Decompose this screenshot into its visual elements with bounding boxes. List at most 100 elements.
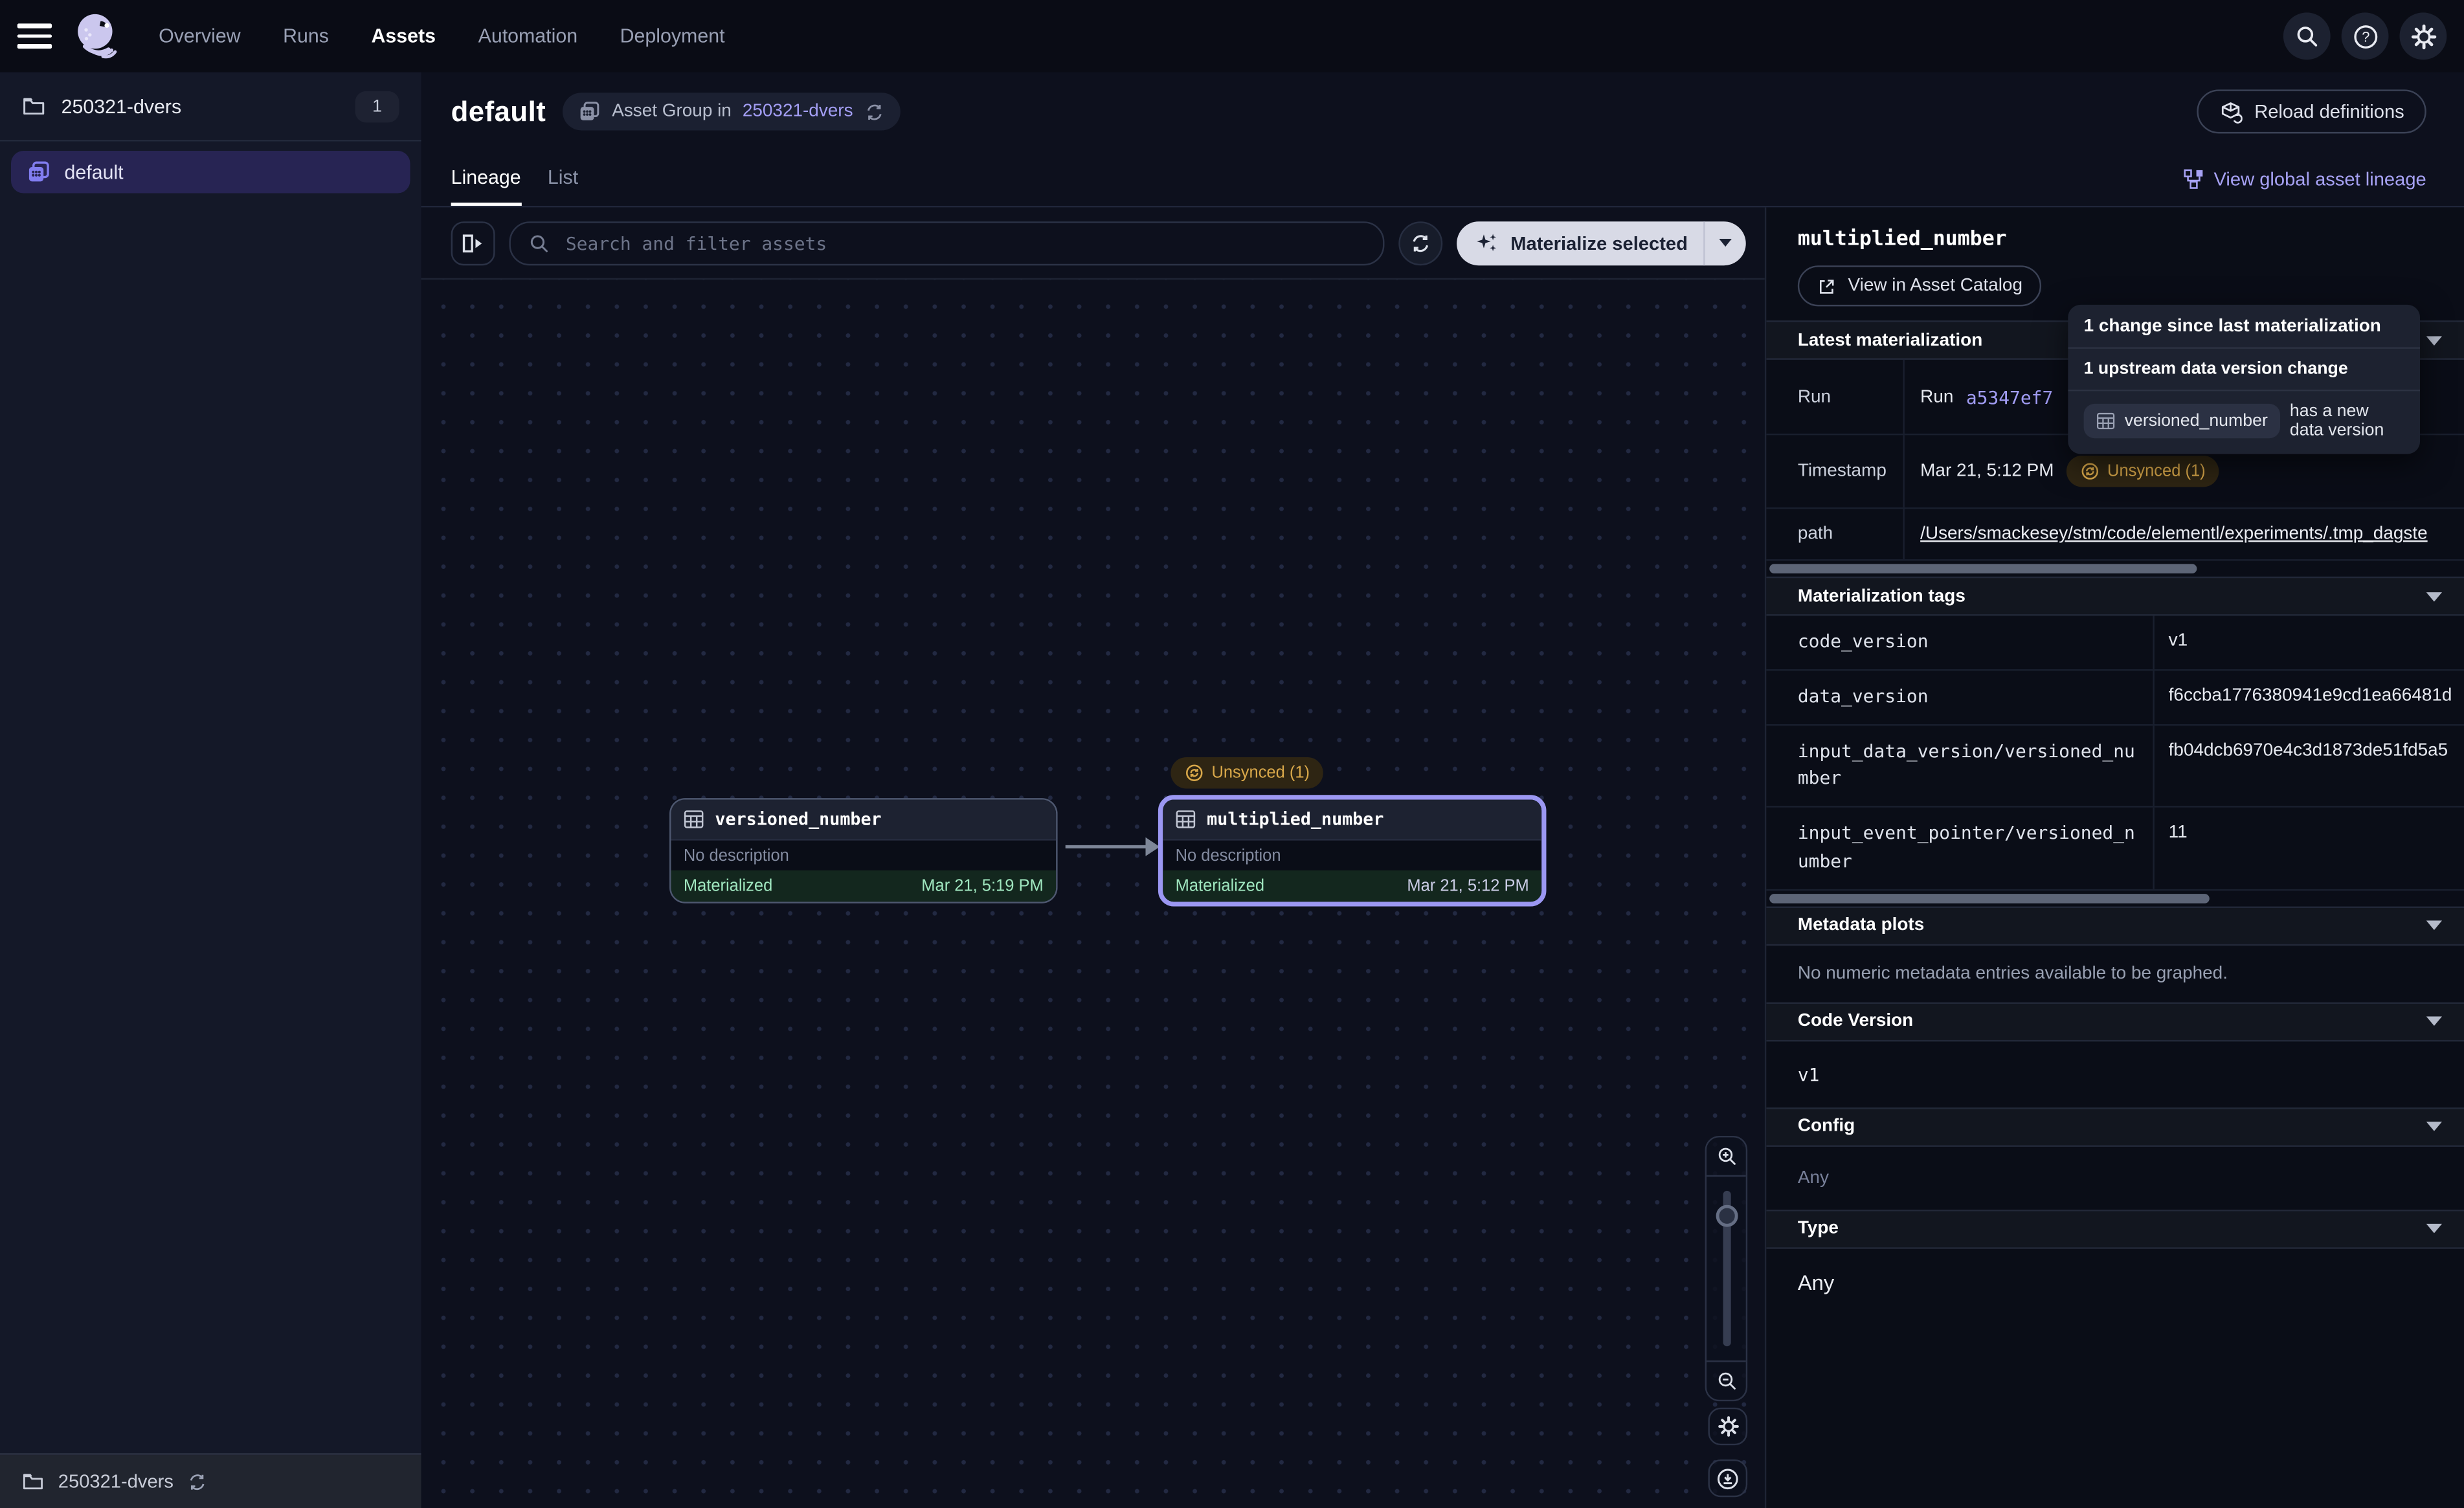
tag-value: fb04dcb6970e4c3d1873de51fd5a5	[2155, 726, 2464, 806]
nav-item-overview[interactable]: Overview	[159, 25, 240, 47]
asset-node-status: Materialized	[684, 876, 772, 895]
tab-lineage[interactable]: Lineage	[451, 151, 521, 206]
download-image-button[interactable]	[1708, 1459, 1747, 1497]
table-icon	[2096, 412, 2115, 430]
settings-button[interactable]	[2399, 12, 2447, 60]
asset-node-multiplied_number[interactable]: multiplied_number No description Materia…	[1158, 795, 1547, 906]
table-row-path: path /Users/smackesey/stm/code/elementl/…	[1766, 509, 2464, 560]
sidebar-footer[interactable]: 250321-dvers	[0, 1453, 421, 1508]
section-materialization-tags: Materialization tags	[1766, 577, 2464, 616]
asset-node-name: versioned_number	[715, 809, 881, 830]
table-icon	[1176, 809, 1196, 830]
sidebar-group-row[interactable]: 250321-dvers 1	[0, 72, 421, 142]
sidebar-group-label: 250321-dvers	[62, 95, 182, 117]
badge-prefix: Asset Group in	[612, 102, 732, 121]
graph-refresh-button[interactable]	[1399, 221, 1443, 265]
badge-group-link[interactable]: 250321-dvers	[743, 102, 853, 121]
external-link-icon	[1817, 276, 1837, 296]
zoom-out-icon	[1715, 1370, 1737, 1392]
scrollbar-thumb[interactable]	[1769, 564, 2197, 573]
svg-text:?: ?	[2361, 28, 2369, 44]
zoom-slider[interactable]	[1707, 1177, 1746, 1360]
nav-right: ?	[2283, 12, 2447, 60]
reload-definitions-button[interactable]: Reload definitions	[2196, 89, 2426, 133]
expand-sidebar-button[interactable]	[451, 221, 495, 265]
unsynced-badge[interactable]: Unsynced (1)	[2066, 456, 2220, 487]
run-row-label: Run	[1766, 360, 1905, 434]
refresh-icon	[188, 1471, 208, 1492]
tag-key: input_data_version/versioned_number	[1766, 726, 2155, 806]
nav-item-assets[interactable]: Assets	[372, 25, 436, 47]
asset-group-icon	[27, 161, 50, 184]
menu-icon[interactable]	[17, 23, 52, 49]
path-link[interactable]: /Users/smackesey/stm/code/elementl/exper…	[1920, 525, 2427, 544]
panel-expand-icon	[460, 230, 486, 256]
dagster-logo[interactable]	[69, 10, 123, 63]
zoom-out-button[interactable]	[1707, 1360, 1746, 1400]
asset-search-box	[509, 221, 1385, 265]
zoom-in-icon	[1715, 1146, 1737, 1168]
section-metadata-plots: Metadata plots	[1766, 906, 2464, 946]
sidebar-item-default[interactable]: default	[11, 151, 410, 194]
asset-node-date: Mar 21, 5:19 PM	[921, 876, 1043, 895]
chevron-down-icon[interactable]	[2426, 335, 2442, 345]
chevron-down-icon[interactable]	[2426, 592, 2442, 601]
nav-item-automation[interactable]: Automation	[478, 25, 577, 47]
nav-item-deployment[interactable]: Deployment	[620, 25, 725, 47]
tag-key: input_event_pointer/versioned_number	[1766, 808, 2155, 889]
config-value: Any	[1766, 1147, 2464, 1210]
unsynced-badge[interactable]: Unsynced (1)	[1170, 757, 1324, 789]
sidebar-spacer	[0, 194, 421, 1454]
tab-list[interactable]: List	[548, 151, 578, 206]
dagster-app: Overview Runs Assets Automation Deployme…	[0, 0, 2464, 1508]
tag-row: input_event_pointer/versioned_number 11	[1766, 808, 2464, 891]
run-id-link[interactable]: a5347ef7	[1966, 386, 2053, 408]
tag-row: data_version f6ccba1776380941e9cd1ea6648…	[1766, 671, 2464, 726]
materialize-dropdown-button[interactable]	[1705, 221, 1746, 265]
scrollbar-thumb[interactable]	[1769, 894, 2210, 904]
graph-settings-button[interactable]	[1708, 1408, 1747, 1445]
graph-toolbar: Materialize selected	[421, 207, 1765, 280]
search-button[interactable]	[2283, 12, 2331, 60]
nav-items: Overview Runs Assets Automation Deployme…	[159, 25, 724, 47]
search-icon	[528, 232, 550, 254]
sidebar-group-count: 1	[355, 91, 399, 122]
view-in-asset-catalog-button[interactable]: View in Asset Catalog	[1798, 265, 2041, 306]
gear-icon	[2410, 23, 2436, 49]
refresh-icon	[1410, 232, 1432, 254]
lineage-canvas[interactable]: Unsynced (1) versioned_number No descrip…	[421, 280, 1765, 1508]
tag-value: v1	[2155, 616, 2464, 669]
help-button[interactable]: ?	[2342, 12, 2389, 60]
section-label: Materialization tags	[1798, 587, 1966, 606]
tag-row: input_data_version/versioned_number fb04…	[1766, 726, 2464, 808]
materialize-selected-label: Materialize selected	[1510, 232, 1688, 254]
chevron-down-icon[interactable]	[2426, 921, 2442, 931]
asset-pill-versioned_number[interactable]: versioned_number	[2084, 404, 2281, 438]
chevron-down-icon[interactable]	[2426, 1017, 2442, 1026]
sparkle-icon	[1476, 231, 1499, 254]
chevron-down-icon[interactable]	[2426, 1225, 2442, 1234]
asset-node-name: multiplied_number	[1207, 809, 1383, 830]
zoom-controls	[1705, 1136, 1748, 1401]
asset-group-badge[interactable]: Asset Group in 250321-dvers	[563, 93, 900, 130]
sidebar-item-label: default	[65, 161, 124, 183]
sidebar-footer-label: 250321-dvers	[58, 1470, 174, 1492]
zoom-slider-knob[interactable]	[1715, 1205, 1737, 1227]
changes-popup: 1 change since last materialization 1 up…	[2068, 305, 2420, 454]
changes-popup-title: 1 change since last materialization	[2068, 305, 2420, 349]
nav-item-runs[interactable]: Runs	[283, 25, 329, 47]
asset-node-versioned_number[interactable]: versioned_number No description Material…	[669, 798, 1058, 904]
view-in-asset-catalog-label: View in Asset Catalog	[1848, 276, 2023, 295]
timestamp-row-label: Timestamp	[1766, 435, 1905, 507]
table-icon	[684, 809, 704, 830]
materialize-selected-button[interactable]: Materialize selected	[1457, 221, 1746, 265]
chevron-down-icon[interactable]	[2426, 1122, 2442, 1132]
section-label: Code Version	[1798, 1012, 1913, 1031]
section-type: Type	[1766, 1210, 2464, 1249]
view-global-asset-lineage-link[interactable]: View global asset lineage	[2182, 168, 2426, 190]
lineage-edge	[1066, 845, 1147, 848]
zoom-in-button[interactable]	[1707, 1137, 1746, 1177]
chevron-down-icon	[1719, 239, 1731, 247]
asset-search-input[interactable]	[563, 230, 1366, 256]
sync-status-icon	[1185, 764, 1204, 782]
